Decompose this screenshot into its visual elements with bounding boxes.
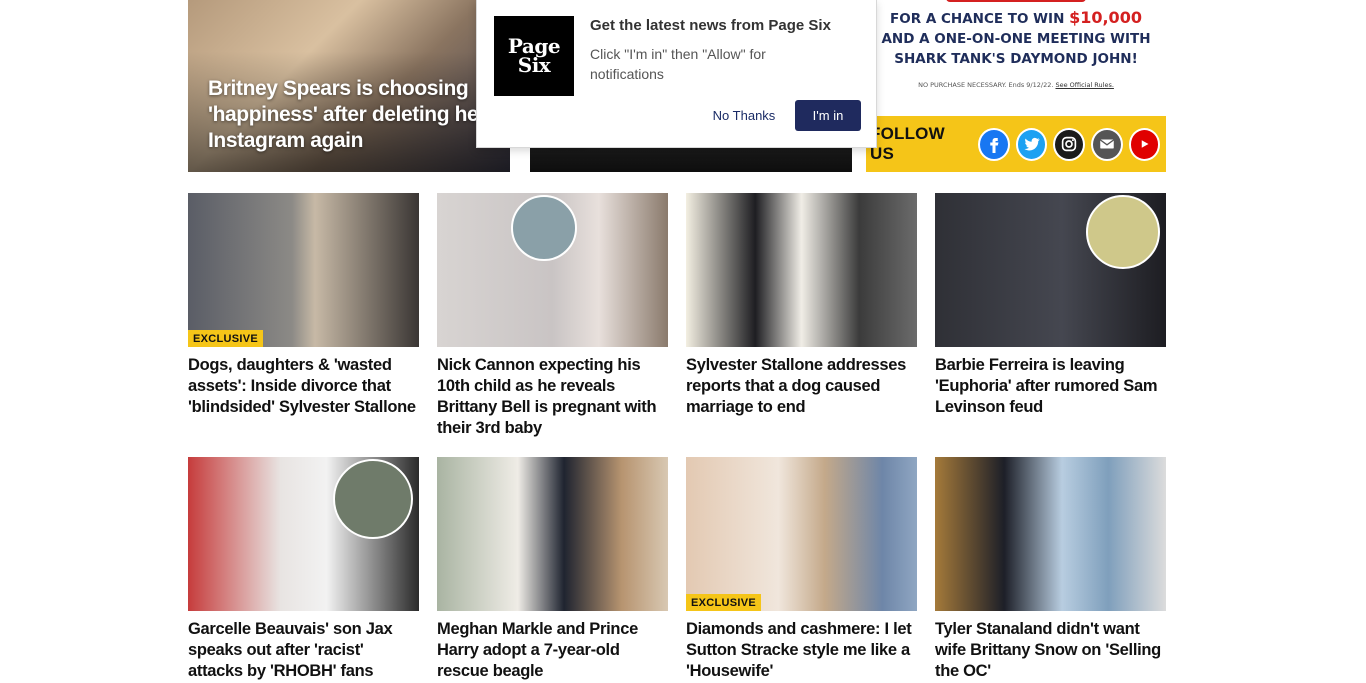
hero-headline[interactable]: Britney Spears is choosing 'happiness' a… [208, 76, 492, 154]
story-card[interactable]: Garcelle Beauvais' son Jax speaks out af… [188, 457, 419, 682]
story-thumbnail[interactable] [935, 457, 1166, 611]
exclusive-badge: EXCLUSIVE [188, 330, 264, 347]
story-card[interactable]: Tyler Stanaland didn't want wife Brittan… [935, 457, 1166, 682]
logo-text-bottom: Six [517, 53, 551, 77]
ad-fine-print: NO PURCHASE NECESSARY. Ends 9/12/22. See… [866, 81, 1166, 89]
story-thumbnail[interactable] [188, 457, 419, 611]
notification-prompt: Page Six Get the latest news from Page S… [476, 0, 877, 148]
email-icon[interactable] [1091, 127, 1123, 161]
inset-photo [511, 195, 577, 261]
inset-photo [1086, 195, 1160, 269]
official-rules-link[interactable]: See Official Rules. [1055, 81, 1113, 89]
ad-prize-amount: $10,000 [1069, 8, 1142, 27]
story-thumbnail[interactable]: EXCLUSIVE [188, 193, 419, 347]
story-headline[interactable]: Tyler Stanaland didn't want wife Brittan… [935, 619, 1166, 682]
story-card[interactable]: Sylvester Stallone addresses reports tha… [686, 193, 917, 418]
story-card[interactable]: Nick Cannon expecting his 10th child as … [437, 193, 668, 439]
sweepstakes-ad[interactable]: FOR A CHANCE TO WIN $10,000 AND A ONE-ON… [866, 0, 1166, 100]
story-headline[interactable]: Nick Cannon expecting his 10th child as … [437, 355, 668, 439]
story-card[interactable]: Barbie Ferreira is leaving 'Euphoria' af… [935, 193, 1166, 418]
story-card[interactable]: Meghan Markle and Prince Harry adopt a 7… [437, 457, 668, 682]
notification-body: Click "I'm in" then "Allow" for notifica… [590, 46, 766, 82]
story-card[interactable]: EXCLUSIVE Dogs, daughters & 'wasted asse… [188, 193, 419, 418]
story-thumbnail[interactable] [437, 457, 668, 611]
facebook-icon[interactable] [978, 127, 1010, 161]
story-headline[interactable]: Garcelle Beauvais' son Jax speaks out af… [188, 619, 419, 682]
instagram-icon[interactable] [1053, 127, 1085, 161]
ad-line-3: SHARK TANK'S DAYMOND JOHN! [894, 51, 1138, 67]
ad-line-2: AND A ONE-ON-ONE MEETING WITH [881, 31, 1151, 47]
story-thumbnail[interactable] [686, 193, 917, 347]
ad-line-1-text: FOR A CHANCE TO WIN [890, 11, 1070, 27]
im-in-button[interactable]: I'm in [795, 100, 861, 131]
hero-story-britney[interactable]: Britney Spears is choosing 'happiness' a… [188, 0, 510, 172]
story-thumbnail[interactable] [437, 193, 668, 347]
story-thumbnail[interactable] [935, 193, 1166, 347]
no-thanks-button[interactable]: No Thanks [699, 100, 789, 131]
story-headline[interactable]: Meghan Markle and Prince Harry adopt a 7… [437, 619, 668, 682]
twitter-icon[interactable] [1015, 127, 1048, 161]
follow-us-label: FOLLOW US [870, 124, 945, 163]
notification-title: Get the latest news from Page Six [590, 17, 831, 34]
youtube-icon[interactable] [1128, 127, 1161, 161]
story-headline[interactable]: Barbie Ferreira is leaving 'Euphoria' af… [935, 355, 1166, 418]
story-headline[interactable]: Diamonds and cashmere: I let Sutton Stra… [686, 619, 917, 682]
ad-line-1: FOR A CHANCE TO WIN $10,000 [866, 8, 1166, 27]
ad-enter-button[interactable] [946, 0, 1086, 2]
story-thumbnail[interactable]: EXCLUSIVE [686, 457, 917, 611]
story-headline[interactable]: Dogs, daughters & 'wasted assets': Insid… [188, 355, 419, 418]
page-six-logo: Page Six [494, 16, 574, 96]
follow-us-bar: FOLLOW US [866, 116, 1166, 172]
story-headline[interactable]: Sylvester Stallone addresses reports tha… [686, 355, 917, 418]
inset-photo [333, 459, 413, 539]
ad-disclaimer: NO PURCHASE NECESSARY. Ends 9/12/22. [918, 81, 1056, 89]
story-card[interactable]: EXCLUSIVE Diamonds and cashmere: I let S… [686, 457, 917, 682]
exclusive-badge: EXCLUSIVE [686, 594, 762, 611]
